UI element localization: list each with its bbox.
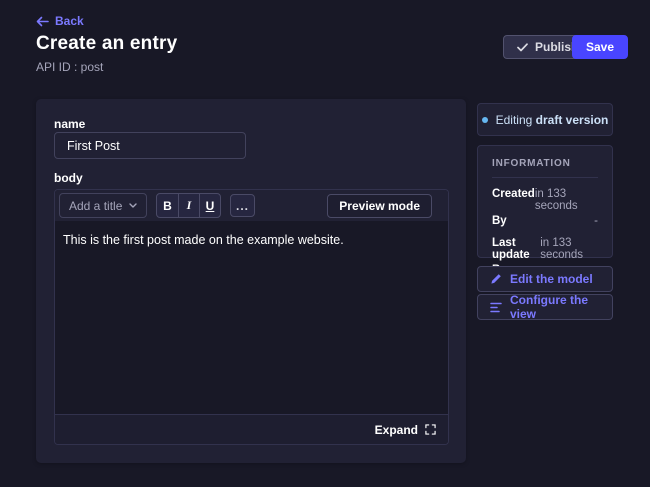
title-style-value: Add a title [69, 199, 122, 213]
draft-badge-text: Editing draft version [496, 113, 609, 127]
draft-version-badge: Editing draft version [477, 103, 613, 136]
italic-button[interactable]: I [178, 194, 199, 217]
editor-toolbar: Add a title B I U ... Preview mode [55, 190, 448, 221]
info-row-value: - [594, 215, 598, 227]
preview-mode-button[interactable]: Preview mode [327, 194, 432, 218]
page-title: Create an entry [36, 33, 177, 55]
back-label: Back [55, 14, 84, 28]
back-link[interactable]: Back [36, 14, 84, 28]
check-icon [517, 43, 528, 52]
info-row-spacer [492, 230, 598, 237]
expand-button[interactable]: Expand [55, 414, 448, 444]
name-input[interactable] [54, 132, 246, 159]
info-row-value: in 133 seconds [540, 237, 598, 261]
information-panel: INFORMATION Created in 133 seconds By - … [477, 145, 613, 258]
draft-badge-bold: draft version [536, 113, 609, 127]
save-button[interactable]: Save [572, 35, 628, 59]
preview-mode-label: Preview mode [339, 199, 420, 213]
draft-badge-prefix: Editing [496, 113, 533, 127]
arrow-left-icon [36, 16, 49, 27]
body-field-label: body [54, 171, 83, 185]
expand-label: Expand [375, 423, 418, 437]
body-text: This is the first post made on the examp… [63, 232, 440, 250]
expand-icon [425, 424, 436, 435]
configure-view-label: Configure the view [510, 293, 600, 321]
underline-button[interactable]: U [199, 194, 220, 217]
edit-model-button[interactable]: Edit the model [477, 266, 613, 292]
page-subtitle: API ID : post [36, 60, 103, 74]
information-heading: INFORMATION [492, 158, 598, 169]
name-field-label: name [54, 117, 85, 131]
bold-button[interactable]: B [157, 194, 178, 217]
save-label: Save [586, 40, 614, 54]
format-button-group: B I U [156, 193, 221, 218]
draft-status-dot-icon [482, 117, 488, 123]
body-textarea[interactable]: This is the first post made on the examp… [55, 221, 448, 414]
layout-lines-icon [490, 302, 502, 313]
info-row-value: in 133 seconds [535, 188, 598, 212]
info-row-last-update: Last update in 133 seconds [492, 237, 598, 261]
pencil-icon [490, 273, 502, 285]
info-row-label: By [492, 215, 507, 227]
title-style-select[interactable]: Add a title [59, 193, 147, 218]
more-formats-button[interactable]: ... [230, 194, 255, 217]
edit-model-label: Edit the model [510, 272, 593, 286]
configure-view-button[interactable]: Configure the view [477, 294, 613, 320]
info-row-label: Created [492, 188, 535, 200]
info-row-label: Last update [492, 237, 540, 261]
chevron-down-icon [129, 203, 137, 208]
information-divider [492, 177, 598, 178]
body-rich-text-editor: Add a title B I U ... Preview mode This … [54, 189, 449, 445]
info-row-created-by: By - [492, 215, 598, 227]
info-row-created: Created in 133 seconds [492, 188, 598, 212]
